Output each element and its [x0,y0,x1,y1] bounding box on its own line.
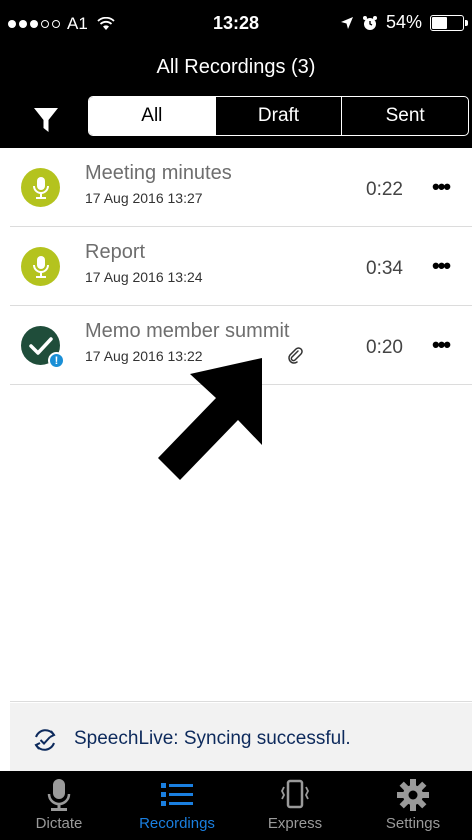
vibrating-phone-icon [275,777,315,813]
battery-tip [465,19,468,26]
info-badge: ! [48,352,65,369]
recording-duration: 0:34 [366,258,403,279]
sync-status-text: SpeechLive: Syncing successful. [74,728,351,749]
battery-percent: 54% [385,12,422,32]
tab-label: Settings [385,815,441,832]
more-options-button[interactable]: ••• [432,253,451,279]
microphone-icon [39,777,79,813]
tab-recordings[interactable]: Recordings [118,771,236,840]
recording-date: 17 Aug 2016 13:27 [85,190,203,206]
battery-fill [432,16,448,29]
recording-row[interactable]: Meeting minutes 17 Aug 2016 13:27 0:22 •… [10,148,472,227]
nav-header: All Recordings (3) All Draft Sent [0,48,472,148]
filter-icon[interactable] [30,106,62,134]
tab-bar: Dictate Recordings Express Settings [0,771,472,840]
tab-label: Dictate [35,815,83,832]
alarm-icon [362,15,377,30]
draft-avatar [21,168,60,207]
status-bar: A1 13:28 54% [0,0,472,48]
tab-dictate[interactable]: Dictate [0,771,118,840]
annotation-arrow-icon [158,358,262,480]
status-right: 54% [340,12,468,33]
battery-icon [430,14,468,31]
recording-date: 17 Aug 2016 13:24 [85,269,203,285]
recording-title: Meeting minutes [85,162,232,184]
attachment-icon [288,347,303,364]
recording-duration: 0:20 [366,337,403,358]
microphone-icon [32,255,49,278]
tab-label: Recordings [139,815,215,832]
sync-success-icon [34,729,56,751]
segment-draft[interactable]: Draft [214,97,342,135]
recording-title: Report [85,241,146,263]
tab-settings[interactable]: Settings [354,771,472,840]
microphone-icon [32,176,49,199]
list-icon [157,777,197,813]
tab-label: Express [267,815,323,832]
sync-status-banner: SpeechLive: Syncing successful. [10,703,472,771]
checkmark-icon [28,336,53,355]
segment-sent[interactable]: Sent [341,97,468,135]
filter-segmented-control: All Draft Sent [88,96,469,136]
draft-avatar [21,247,60,286]
sent-avatar: ! [21,326,65,369]
more-options-button[interactable]: ••• [432,174,451,200]
location-arrow-icon [340,16,353,29]
tab-express[interactable]: Express [236,771,354,840]
more-options-button[interactable]: ••• [432,332,451,358]
page-title: All Recordings (3) [156,56,316,78]
gear-icon [393,777,433,813]
recording-row[interactable]: Report 17 Aug 2016 13:24 0:34 ••• [10,227,472,306]
recording-duration: 0:22 [366,179,403,200]
segment-all[interactable]: All [89,97,215,135]
